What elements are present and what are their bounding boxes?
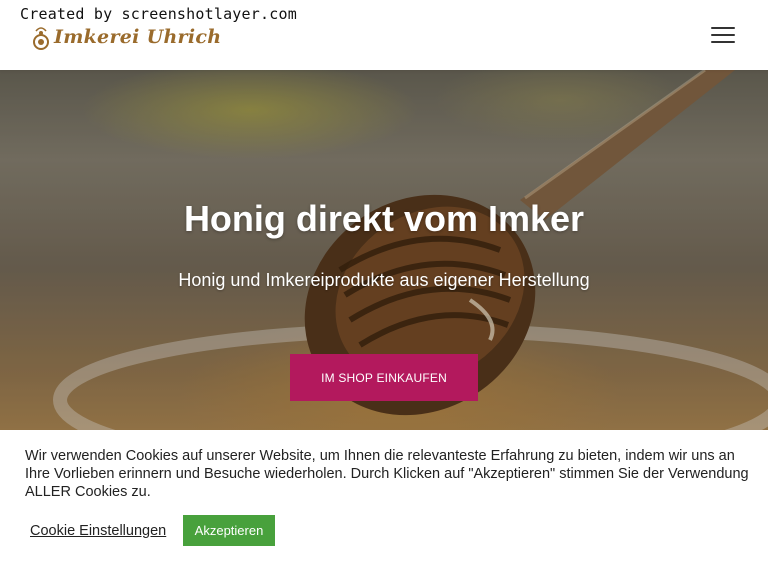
shop-now-button[interactable]: IM SHOP EINKAUFEN <box>290 354 478 401</box>
hero-subtitle: Honig und Imkereiprodukte aus eigener He… <box>178 270 590 290</box>
site-header: Created by screenshotlayer.com Imkerei U… <box>0 0 768 70</box>
site-logo[interactable]: Imkerei Uhrich <box>32 22 221 52</box>
cookie-banner: Wir verwenden Cookies auf unserer Websit… <box>0 430 768 576</box>
bee-icon <box>33 27 49 50</box>
cookie-settings-link[interactable]: Cookie Einstellungen <box>30 523 166 539</box>
watermark-text: Created by screenshotlayer.com <box>20 5 297 23</box>
cookie-consent-text: Wir verwenden Cookies auf unserer Websit… <box>25 448 749 500</box>
hero-section: Honig direkt vom Imker Honig und Imkerei… <box>0 70 768 430</box>
accept-cookies-button[interactable]: Akzeptieren <box>183 515 275 546</box>
hamburger-menu-icon[interactable] <box>711 27 735 43</box>
hero-title: Honig direkt vom Imker <box>183 198 585 239</box>
logo-text: Imkerei Uhrich <box>54 26 222 48</box>
